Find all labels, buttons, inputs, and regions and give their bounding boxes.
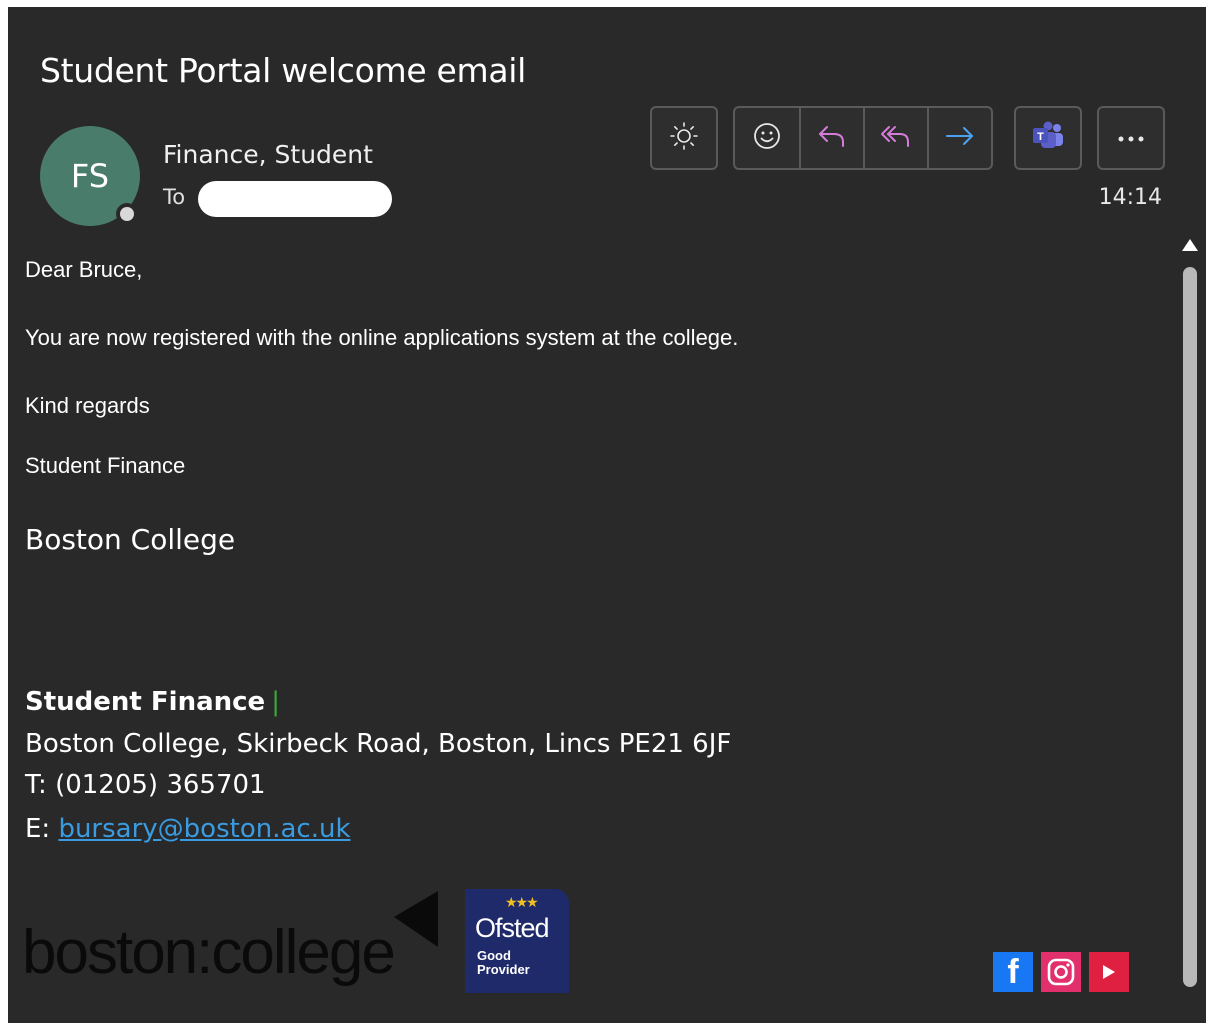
more-actions-button[interactable]: [1099, 108, 1163, 168]
share-to-teams-button[interactable]: T: [1016, 108, 1080, 168]
college-logo[interactable]: boston:college: [22, 917, 396, 988]
toggle-background-button[interactable]: [652, 108, 716, 168]
logo-arrow-icon: [394, 891, 438, 947]
email-subject: Student Portal welcome email: [40, 51, 527, 90]
organisation-name: Boston College: [25, 523, 236, 556]
ofsted-rating: Good Provider: [477, 949, 530, 977]
phone-label: T:: [25, 770, 47, 800]
forward-icon: [943, 121, 977, 155]
ofsted-stars: ★★★: [505, 895, 539, 911]
phone-number[interactable]: (01205) 365701: [55, 770, 266, 800]
toolbar-more-group: [1097, 106, 1165, 170]
greeting-text: Dear Bruce,: [25, 257, 143, 282]
signature-name: Student Finance: [25, 687, 266, 717]
received-time: 14:14: [1098, 185, 1162, 210]
signature-phone-line: T: (01205) 365701: [25, 770, 266, 800]
facebook-glyph: f: [1007, 952, 1019, 991]
ofsted-rating-line1: Good: [477, 948, 511, 963]
sender-name[interactable]: Finance, Student: [163, 140, 373, 169]
reply-button[interactable]: [799, 108, 863, 168]
email-label: E:: [25, 814, 51, 844]
scroll-up-icon[interactable]: [1182, 239, 1198, 251]
facebook-icon[interactable]: f: [993, 952, 1033, 992]
ofsted-badge[interactable]: ★★★ Ofsted Good Provider: [465, 889, 569, 993]
youtube-icon[interactable]: [1089, 952, 1129, 992]
smiley-icon: [752, 121, 782, 155]
signature-title: Student Finance |: [25, 687, 280, 717]
scrollbar-thumb[interactable]: [1183, 267, 1197, 987]
presence-status-icon: [120, 207, 134, 221]
ofsted-title: Ofsted: [475, 913, 550, 943]
more-options-icon: [1116, 129, 1146, 148]
toolbar-teams-group: T: [1014, 106, 1082, 170]
reply-all-icon: [878, 121, 914, 155]
closing-text: Kind regards: [25, 393, 150, 418]
instagram-icon[interactable]: [1041, 952, 1081, 992]
email-link[interactable]: bursary@boston.ac.uk: [58, 814, 350, 844]
reply-all-button[interactable]: [863, 108, 927, 168]
sun-icon: [669, 121, 699, 155]
recipient-chip[interactable]: [198, 181, 392, 217]
signature-address: Boston College, Skirbeck Road, Boston, L…: [25, 729, 732, 759]
signoff-text: Student Finance: [25, 453, 186, 478]
ofsted-rating-line2: Provider: [477, 962, 530, 977]
email-reading-pane: Student Portal welcome email FS Finance,…: [8, 7, 1206, 1023]
teams-icon: T: [1031, 120, 1065, 156]
signature-separator: |: [271, 687, 280, 717]
to-label: To: [163, 185, 186, 209]
reply-icon: [815, 121, 849, 155]
message-text: You are now registered with the online a…: [25, 325, 739, 350]
toolbar-respond-group: [733, 106, 993, 170]
react-button[interactable]: [735, 108, 799, 168]
avatar-initials: FS: [70, 157, 110, 195]
signature-email-line: E: bursary@boston.ac.uk: [25, 814, 351, 844]
toolbar-view-group: [650, 106, 718, 170]
forward-button[interactable]: [927, 108, 991, 168]
svg-text:T: T: [1037, 131, 1044, 143]
